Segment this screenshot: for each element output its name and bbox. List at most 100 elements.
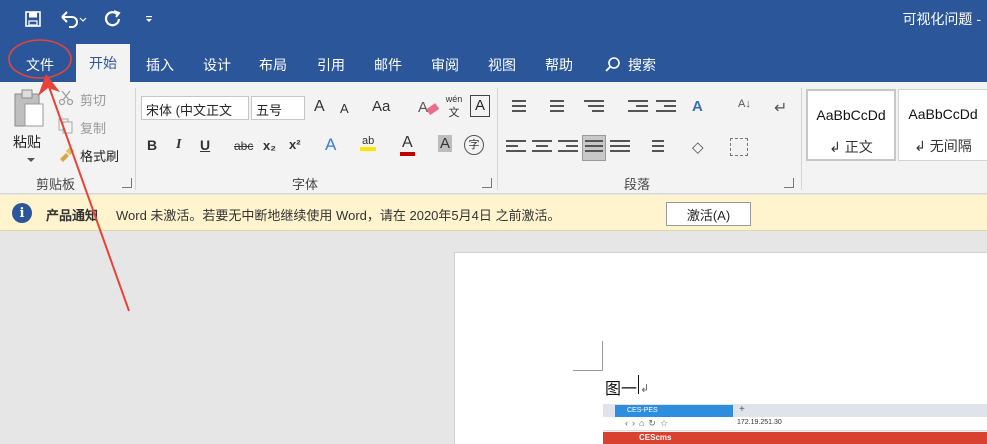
style-name: ↲ 无间隔 [914,138,972,154]
embedded-tab-title: CES-PES [615,405,733,417]
notice-message: Word 未激活。若要无中断地继续使用 Word，请在 2020年5月4日 之前… [116,208,561,223]
numbering-icon[interactable] [544,100,564,116]
document-title: 可视化问题 - [902,11,981,27]
style-normal[interactable]: AaBbCcDd ↲ 正文 [806,89,896,161]
margin-corner-mark [573,370,603,371]
shrink-font-button[interactable]: A [340,101,349,116]
grow-font-button[interactable]: A [314,98,325,116]
save-icon[interactable] [22,8,44,30]
activate-button[interactable]: 激活(A) [666,202,751,226]
font-color-button[interactable]: A [400,134,415,156]
text-effects-button[interactable]: A [325,135,336,155]
tab-review[interactable]: 审阅 [419,48,471,82]
clear-formatting-icon[interactable]: A [418,96,440,118]
format-painter-label: 格式刷 [80,149,120,164]
format-painter-button[interactable]: 格式刷 [58,144,128,164]
embedded-screenshot[interactable]: CES-PES + ‹›⌂↻☆ 172.19.251.30 CEScms [603,404,987,444]
customize-qat-icon[interactable] [138,8,160,30]
justify-icon[interactable] [582,135,606,161]
copy-label: 复制 [80,121,107,136]
underline-button[interactable]: U [200,137,210,153]
tab-search[interactable]: 搜索 [598,48,662,82]
title-bar: 可视化问题 - [0,0,987,38]
phonetic-guide-button[interactable]: wén 文 [444,94,464,120]
paste-icon [14,89,44,127]
tab-design[interactable]: 设计 [191,48,243,82]
bullets-icon[interactable] [506,100,526,116]
decrease-indent-icon[interactable] [628,100,648,116]
show-marks-icon[interactable]: ↵ [774,98,794,117]
document-text[interactable]: 图一 [605,375,637,399]
distributed-icon[interactable] [610,140,630,156]
font-size-dropdown[interactable]: 五号 [251,96,305,120]
tab-layout[interactable]: 布局 [247,48,299,82]
change-case-button[interactable]: Aa [372,98,390,115]
copy-icon [58,118,73,134]
scissors-icon [58,90,74,106]
character-shading-button[interactable]: A [438,135,453,152]
clipboard-group-label: 剪贴板 [36,177,76,192]
tab-references[interactable]: 引用 [305,48,357,82]
tab-help[interactable]: 帮助 [533,48,585,82]
svg-text:A: A [418,99,428,116]
increase-indent-icon[interactable] [656,100,676,116]
font-name-value: 宋体 (中文正文 [146,103,232,118]
border-char: A [474,97,485,114]
paste-label: 粘贴 [13,134,41,150]
line-spacing-icon[interactable] [644,140,664,156]
search-icon [605,57,620,72]
ribbon-tabs: 文件 开始 插入 设计 布局 引用 邮件 审阅 视图 帮助 搜索 [0,38,987,82]
paragraph-mark: ↲ [640,383,650,395]
font-name-dropdown[interactable]: 宋体 (中文正文 [141,96,249,120]
tab-insert[interactable]: 插入 [134,48,186,82]
cut-button[interactable]: 剪切 [58,88,114,108]
group-divider [801,88,802,190]
quick-access-toolbar [22,8,160,30]
notice-title: 产品通知 [46,208,99,223]
style-no-spacing[interactable]: AaBbCcDd ↲ 无间隔 [898,89,987,161]
ribbon: 粘贴 剪切 复制 格式刷 剪贴板 宋体 (中文正文 五号 A A Aa A wé… [0,82,987,194]
multilevel-list-icon[interactable] [584,100,604,116]
phonetic-top-text: wén [445,94,463,104]
superscript-button[interactable]: x² [289,137,301,152]
align-left-icon[interactable] [506,140,526,156]
borders-icon[interactable] [730,138,748,156]
paste-button[interactable]: 粘贴 [8,86,50,168]
product-notice-bar: i 产品通知 Word 未激活。若要无中断地继续使用 Word，请在 2020年… [0,195,987,231]
subscript-button[interactable]: x₂ [263,138,276,153]
bold-button[interactable]: B [147,137,157,153]
tab-view[interactable]: 视图 [476,48,528,82]
copy-button[interactable]: 复制 [58,116,114,136]
enclose-characters-button[interactable]: 字 [464,135,484,155]
embedded-brand: CEScms [639,433,672,442]
tab-home[interactable]: 开始 [76,44,130,82]
character-border-button[interactable]: A [470,95,490,117]
font-size-value: 五号 [256,103,283,118]
highlight-button[interactable]: ab [360,135,377,151]
style-sample: AaBbCcDd [816,107,886,123]
group-divider [135,88,136,190]
cut-label: 剪切 [80,93,107,108]
plus-icon: + [739,404,745,415]
font-launcher-icon[interactable] [482,178,492,188]
clipboard-launcher-icon[interactable] [122,178,132,188]
tab-mailings[interactable]: 邮件 [362,48,414,82]
strikethrough-button[interactable]: abc [234,139,253,153]
style-name: ↲ 正文 [829,139,873,155]
browser-nav-icons: ‹›⌂↻☆ [625,418,673,428]
margin-corner-mark [602,341,603,371]
sort-icon[interactable]: A↓ [738,98,758,114]
redo-icon[interactable] [102,8,124,30]
italic-button[interactable]: I [176,137,181,153]
font-group-label: 字体 [292,177,319,192]
shading-bucket-icon[interactable]: ◇ [692,138,712,156]
tab-file[interactable]: 文件 [14,48,66,82]
align-right-icon[interactable] [558,140,578,156]
undo-icon[interactable] [58,8,88,30]
asian-layout-icon[interactable]: A [692,98,712,115]
info-icon: i [12,203,32,223]
paragraph-launcher-icon[interactable] [784,178,794,188]
align-center-icon[interactable] [532,140,552,156]
brush-icon [60,146,74,162]
paragraph-group-label: 段落 [624,177,651,192]
